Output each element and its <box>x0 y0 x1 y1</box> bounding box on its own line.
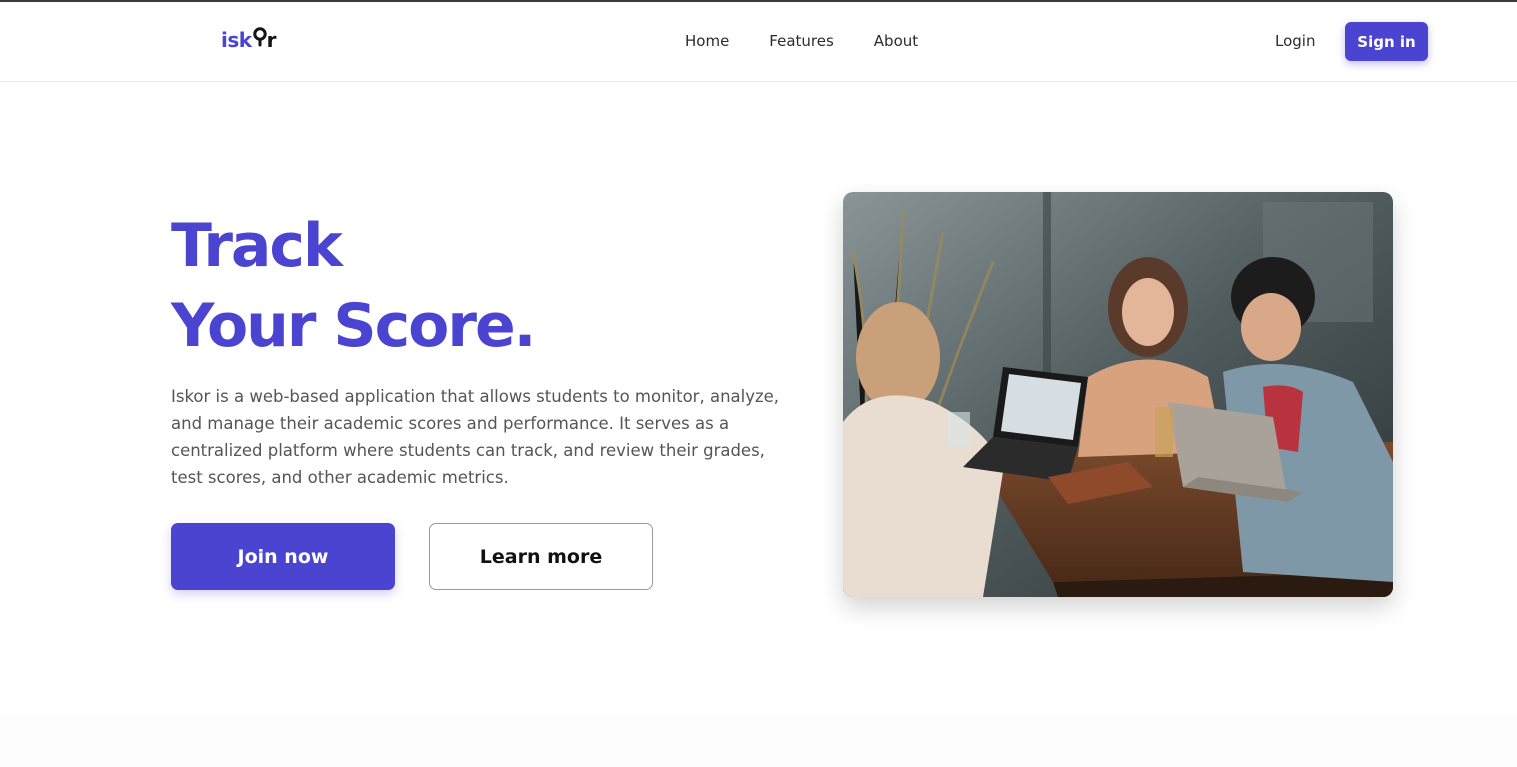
hero-description: Iskor is a web-based application that al… <box>171 387 780 487</box>
brand-logo[interactable]: isk r <box>221 26 277 52</box>
logo-text-left: isk <box>221 28 252 52</box>
join-now-button[interactable]: Join now <box>171 523 395 590</box>
next-section-edge <box>0 715 1517 767</box>
hero-title-line-1: Track <box>171 211 343 281</box>
site-header: isk r Home Features About Login Sign in <box>0 2 1517 82</box>
nav-home[interactable]: Home <box>685 32 729 50</box>
nav-about[interactable]: About <box>874 32 918 50</box>
students-photo-illustration <box>843 192 1393 597</box>
learn-more-button[interactable]: Learn more <box>429 523 653 590</box>
login-link[interactable]: Login <box>1275 32 1315 50</box>
main-nav: Home Features About <box>685 32 918 50</box>
sign-in-button[interactable]: Sign in <box>1345 22 1428 61</box>
nav-features[interactable]: Features <box>769 32 834 50</box>
hero-title: Track Your Score. <box>171 206 536 366</box>
hero-title-line-2: Your Score. <box>171 291 536 361</box>
hero-photo <box>843 192 1393 597</box>
logo-text-right: r <box>266 28 277 52</box>
location-pin-icon <box>252 26 267 48</box>
